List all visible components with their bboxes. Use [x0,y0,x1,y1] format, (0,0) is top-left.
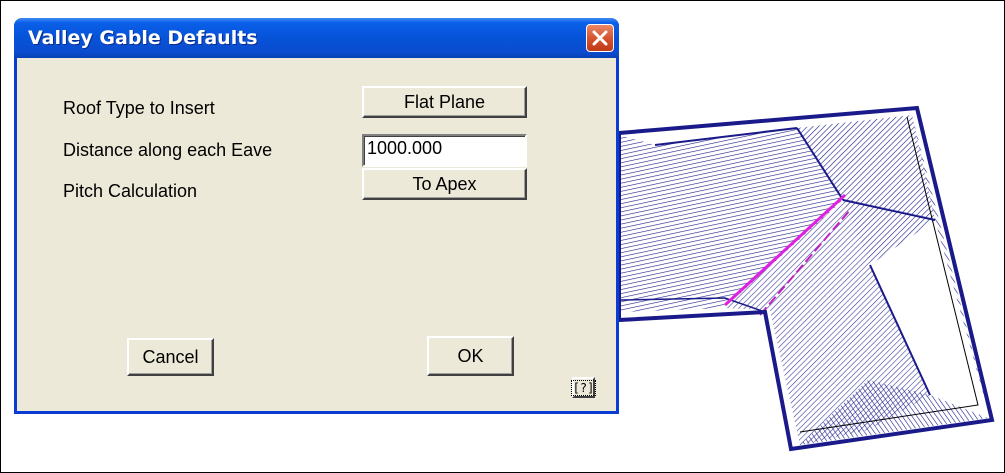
valley-gable-defaults-dialog: Valley Gable Defaults Roof Type to Inser… [14,18,619,414]
close-button[interactable] [586,24,614,52]
close-x-icon [592,30,608,46]
pitch-calculation-label: Pitch Calculation [63,181,198,201]
ok-button[interactable]: OK [427,336,514,376]
dialog-title: Valley Gable Defaults [28,27,258,49]
distance-input[interactable]: 1000.000 [362,134,527,167]
roof-type-label: Roof Type to Insert [63,98,215,118]
help-button[interactable]: [?] [570,377,597,398]
roof-type-button[interactable]: Flat Plane [362,86,527,118]
cancel-button[interactable]: Cancel [127,338,214,376]
pitch-calculation-button[interactable]: To Apex [362,168,527,200]
title-bar[interactable]: Valley Gable Defaults [14,18,619,58]
distance-label: Distance along each Eave [63,140,273,160]
help-icon: [?] [570,379,597,396]
